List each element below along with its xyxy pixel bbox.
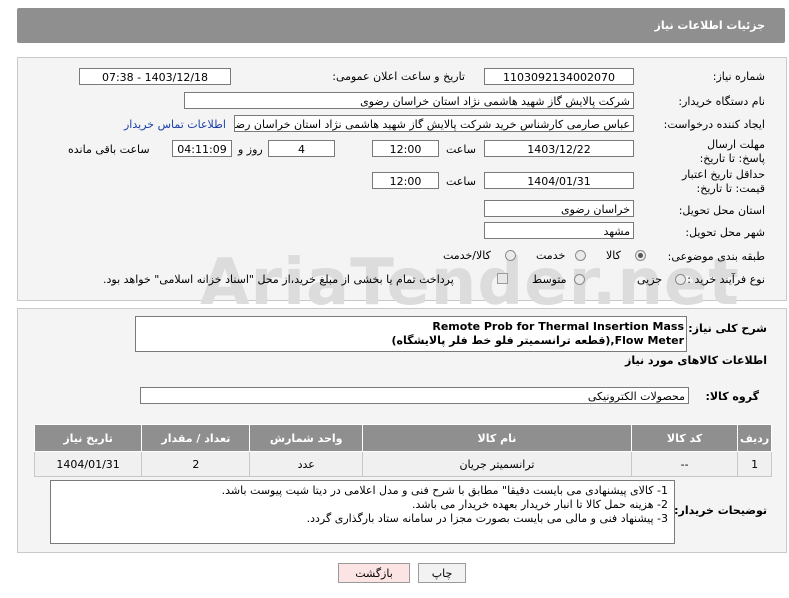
process-medium-label: متوسط xyxy=(532,273,567,286)
delivery-city-label: شهر محل تحویل: xyxy=(685,226,765,239)
cell-unit: عدد xyxy=(249,451,363,477)
buyer-notes-box[interactable]: 1- کالای پیشنهادی می بایست دقیقا" مطابق … xyxy=(50,480,675,544)
price-validity-label: حداقل تاریخ اعتبار قیمت: تا تاریخ: xyxy=(681,168,765,195)
request-creator-label: ایجاد کننده درخواست: xyxy=(663,118,765,131)
description-line-2: Flow Meter,(قطعه ترانسمیتر فلو خط فلر پا… xyxy=(391,334,684,347)
subject-category-label: طبقه بندی موضوعی: xyxy=(667,250,765,263)
request-creator-field[interactable]: عباس صارمی کارشناس خرید شرکت پالایش گاز … xyxy=(234,115,634,132)
category-service-label: خدمت xyxy=(536,249,566,262)
announce-date-label: تاریخ و ساعت اعلان عمومی: xyxy=(332,70,465,83)
remaining-time-label: ساعت باقی مانده xyxy=(68,143,150,156)
buyer-note-1: 1- کالای پیشنهادی می بایست دقیقا" مطابق … xyxy=(221,484,668,497)
buyer-org-field[interactable]: شرکت پالایش گاز شهید هاشمی نژاد استان خر… xyxy=(184,92,634,109)
table-row[interactable]: 1 -- ترانسمیتر جریان عدد 2 1404/01/31 xyxy=(33,451,772,477)
description-box[interactable]: Remote Prob for Thermal Insertion Mass F… xyxy=(135,316,687,352)
cell-row: 1 xyxy=(737,451,772,477)
cell-name: ترانسمیتر جریان xyxy=(361,451,633,477)
category-goods-radio[interactable] xyxy=(635,250,646,261)
announce-date-field[interactable]: 1403/12/18 - 07:38 xyxy=(79,68,231,85)
treasury-payment-note: پرداخت تمام یا بخشی از مبلغ خرید،از محل … xyxy=(103,273,454,286)
buyer-org-label: نام دستگاه خریدار: xyxy=(678,95,765,108)
need-number-field[interactable]: 1103092134002070 xyxy=(484,68,634,85)
cell-code: -- xyxy=(630,451,739,477)
back-button[interactable]: بازگشت xyxy=(338,563,410,583)
goods-table-header-row: ردیف کد کالا نام کالا واحد شمارش تعداد /… xyxy=(33,424,772,452)
delivery-province-label: استان محل تحویل: xyxy=(678,204,765,217)
process-minor-label: جزیی xyxy=(637,273,663,286)
buyer-notes-label: توضیحات خریدار: xyxy=(674,504,767,517)
buyer-note-2: 2- هزینه حمل کالا تا انبار خریدار بعهده … xyxy=(411,498,668,511)
validity-time-field[interactable]: 12:00 xyxy=(372,172,439,189)
col-unit: واحد شمارش xyxy=(249,424,363,452)
category-service-radio[interactable] xyxy=(575,250,586,261)
process-medium-radio[interactable] xyxy=(574,274,585,285)
need-number-label: شماره نیاز: xyxy=(712,70,765,83)
purchase-process-label: نوع فرآیند خرید : xyxy=(687,273,765,286)
goods-group-field[interactable]: محصولات الکترونیکی xyxy=(140,387,689,404)
validity-date-field[interactable]: 1404/01/31 xyxy=(484,172,634,189)
col-code: کد کالا xyxy=(630,424,739,452)
page-header: جزئیات اطلاعات نیاز xyxy=(17,8,785,43)
col-date: تاریخ نیاز xyxy=(33,424,143,452)
col-qty: تعداد / مقدار xyxy=(141,424,251,452)
print-button[interactable]: چاپ xyxy=(418,563,466,583)
category-goods-service-radio[interactable] xyxy=(505,250,516,261)
col-row: ردیف xyxy=(737,424,772,452)
process-minor-radio[interactable] xyxy=(675,274,686,285)
remaining-days-field[interactable]: 4 xyxy=(268,140,335,157)
remaining-time-field[interactable]: 04:11:09 xyxy=(172,140,232,157)
category-goods-service-label: کالا/خدمت xyxy=(443,249,491,262)
buyer-note-3: 3- پیشنهاد فنی و مالی می بایست بصورت مجز… xyxy=(306,512,668,525)
response-deadline-label: مهلت ارسال پاسخ: تا تاریخ: xyxy=(699,138,765,165)
page-title: جزئیات اطلاعات نیاز xyxy=(654,19,766,32)
deadline-date-field[interactable]: 1403/12/22 xyxy=(484,140,634,157)
description-line-1: Remote Prob for Thermal Insertion Mass xyxy=(432,320,684,333)
treasury-payment-checkbox[interactable] xyxy=(497,273,508,284)
description-label: شرح کلی نیاز: xyxy=(688,322,767,335)
deadline-time-label: ساعت xyxy=(446,143,476,156)
buyer-contact-link[interactable]: اطلاعات تماس خریدار xyxy=(124,118,226,131)
delivery-province-field[interactable]: خراسان رضوی xyxy=(484,200,634,217)
goods-section-title: اطلاعات کالاهای مورد نیاز xyxy=(625,354,767,367)
goods-group-label: گروه کالا: xyxy=(705,390,759,403)
days-label: روز و xyxy=(238,143,263,156)
validity-time-label: ساعت xyxy=(446,175,476,188)
col-name: نام کالا xyxy=(361,424,633,452)
cell-qty: 2 xyxy=(141,451,251,477)
delivery-city-field[interactable]: مشهد xyxy=(484,222,634,239)
cell-date: 1404/01/31 xyxy=(33,451,143,477)
category-goods-label: کالا xyxy=(606,249,621,262)
deadline-time-field[interactable]: 12:00 xyxy=(372,140,439,157)
goods-table: ردیف کد کالا نام کالا واحد شمارش تعداد /… xyxy=(33,424,772,477)
